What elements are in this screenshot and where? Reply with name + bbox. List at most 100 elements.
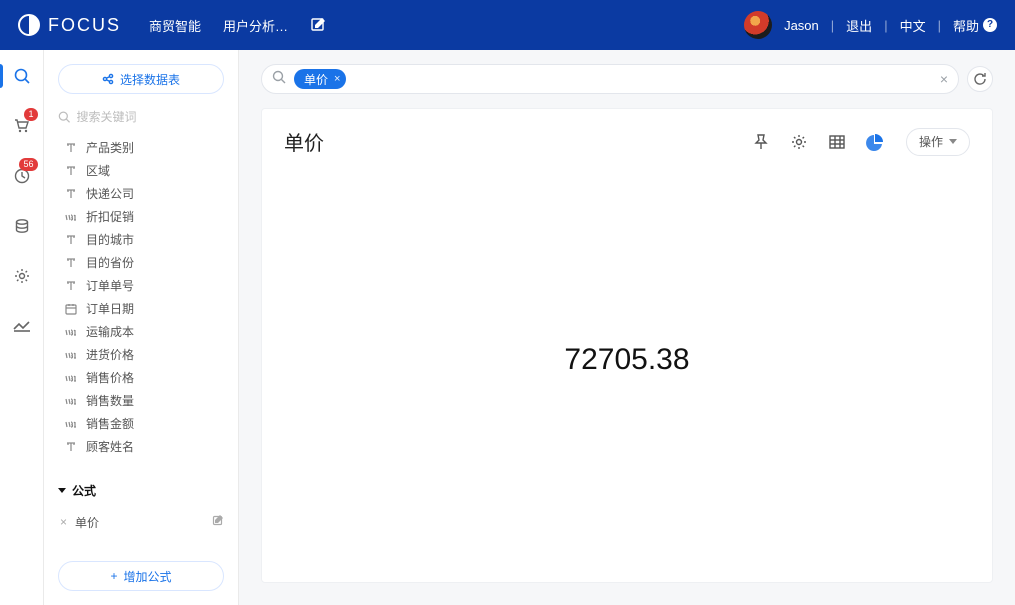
field-label: 产品类别: [86, 139, 134, 156]
help-link[interactable]: 帮助 ?: [953, 16, 997, 35]
rail-item-cart[interactable]: 1: [0, 112, 44, 140]
brand-logo-icon: [18, 14, 40, 36]
lang-link[interactable]: 中文: [900, 16, 926, 35]
kpi-value: 72705.38: [564, 343, 689, 377]
field-item[interactable]: 销售价格: [64, 368, 224, 387]
field-item[interactable]: 销售金额: [64, 414, 224, 433]
field-item[interactable]: 区域: [64, 161, 224, 180]
topnav-item-user-analysis[interactable]: 用户分析…: [223, 16, 288, 35]
topbar-right: Jason | 退出 | 中文 | 帮助 ?: [744, 11, 997, 39]
query-box[interactable]: 单价 × ×: [261, 64, 959, 94]
query-pill-remove-icon[interactable]: ×: [334, 73, 340, 85]
content-card: 单价 操作: [261, 108, 993, 583]
field-list: 产品类别区域快递公司折扣促销目的城市目的省份订单单号订单日期运输成本进货价格销售…: [64, 138, 224, 456]
card-tool-icons: [752, 133, 884, 151]
help-icon: ?: [983, 18, 997, 32]
field-label: 订单单号: [86, 277, 134, 294]
field-label: 进货价格: [86, 346, 134, 363]
brand-name: FOCUS: [48, 15, 121, 36]
formula-item[interactable]: × 单价: [58, 511, 224, 533]
field-item[interactable]: 目的省份: [64, 253, 224, 272]
field-label: 销售价格: [86, 369, 134, 386]
username-label[interactable]: Jason: [784, 18, 819, 33]
number-type-icon: [64, 394, 78, 408]
rail-item-trend[interactable]: [0, 312, 44, 340]
card-title: 单价: [284, 127, 324, 156]
field-item[interactable]: 进货价格: [64, 345, 224, 364]
field-item[interactable]: 订单日期: [64, 299, 224, 318]
main-area: 单价 × × 单价: [239, 50, 1015, 605]
operations-button[interactable]: 操作: [906, 128, 970, 156]
table-icon[interactable]: [828, 133, 846, 151]
field-label: 运输成本: [86, 323, 134, 340]
search-icon: [272, 70, 286, 89]
select-datasource-button[interactable]: 选择数据表: [58, 64, 224, 94]
brand-logo-wrap: FOCUS: [18, 14, 121, 36]
gear-icon[interactable]: [790, 133, 808, 151]
rail-item-settings[interactable]: [0, 262, 44, 290]
query-row: 单价 × ×: [239, 50, 1015, 94]
pin-icon[interactable]: [752, 133, 770, 151]
field-label: 销售金额: [86, 415, 134, 432]
rail-cart-badge: 1: [24, 108, 37, 121]
text-type-icon: [64, 233, 78, 247]
add-formula-label: 增加公式: [124, 568, 172, 585]
formula-remove-icon[interactable]: ×: [60, 515, 67, 529]
query-pill[interactable]: 单价 ×: [294, 69, 346, 89]
pie-chart-icon[interactable]: [866, 133, 884, 151]
help-label: 帮助: [953, 16, 979, 35]
topbar: FOCUS 商贸智能 用户分析… Jason | 退出 | 中文 | 帮助 ?: [0, 0, 1015, 50]
sidebar-search[interactable]: [58, 110, 224, 124]
field-label: 折扣促销: [86, 208, 134, 225]
left-rail: 1 56: [0, 50, 44, 605]
field-item[interactable]: 快递公司: [64, 184, 224, 203]
text-type-icon: [64, 279, 78, 293]
divider: |: [938, 18, 941, 33]
topnav-item-bi[interactable]: 商贸智能: [149, 16, 201, 35]
formula-header-label: 公式: [72, 482, 96, 499]
field-item[interactable]: 折扣促销: [64, 207, 224, 226]
share-icon: [102, 73, 114, 85]
kpi-value-area: 72705.38: [284, 156, 970, 564]
text-type-icon: [64, 164, 78, 178]
topnav-compose-icon[interactable]: [310, 17, 326, 33]
avatar[interactable]: [744, 11, 772, 39]
divider: |: [884, 18, 887, 33]
text-type-icon: [64, 256, 78, 270]
text-type-icon: [64, 187, 78, 201]
search-icon: [58, 110, 70, 124]
refresh-icon: [973, 72, 987, 86]
plus-icon: +: [110, 569, 117, 583]
formula-header[interactable]: 公式: [58, 482, 224, 499]
field-label: 区域: [86, 162, 110, 179]
field-label: 顾客姓名: [86, 438, 134, 455]
field-label: 销售数量: [86, 392, 134, 409]
formula-item-label: 单价: [75, 514, 99, 531]
rail-item-search[interactable]: [0, 62, 44, 90]
rail-item-history[interactable]: 56: [0, 162, 44, 190]
field-item[interactable]: 目的城市: [64, 230, 224, 249]
formula-edit-icon[interactable]: [212, 515, 224, 530]
field-item[interactable]: 产品类别: [64, 138, 224, 157]
number-type-icon: [64, 210, 78, 224]
rail-item-data[interactable]: [0, 212, 44, 240]
field-item[interactable]: 顾客姓名: [64, 437, 224, 456]
logout-link[interactable]: 退出: [846, 16, 872, 35]
sidebar-search-input[interactable]: [76, 110, 224, 124]
field-label: 订单日期: [86, 300, 134, 317]
number-type-icon: [64, 417, 78, 431]
rail-history-badge: 56: [19, 158, 37, 171]
field-item[interactable]: 运输成本: [64, 322, 224, 341]
add-formula-button[interactable]: + 增加公式: [58, 561, 224, 591]
field-item[interactable]: 销售数量: [64, 391, 224, 410]
select-datasource-label: 选择数据表: [120, 71, 180, 88]
query-clear-icon[interactable]: ×: [940, 71, 948, 87]
divider: |: [831, 18, 834, 33]
operations-label: 操作: [919, 133, 943, 150]
chevron-down-icon: [949, 139, 957, 144]
formula-section: 公式 × 单价 + 增加公式: [58, 482, 224, 591]
field-item[interactable]: 订单单号: [64, 276, 224, 295]
number-type-icon: [64, 348, 78, 362]
refresh-button[interactable]: [967, 66, 993, 92]
top-nav: 商贸智能 用户分析…: [149, 16, 326, 35]
